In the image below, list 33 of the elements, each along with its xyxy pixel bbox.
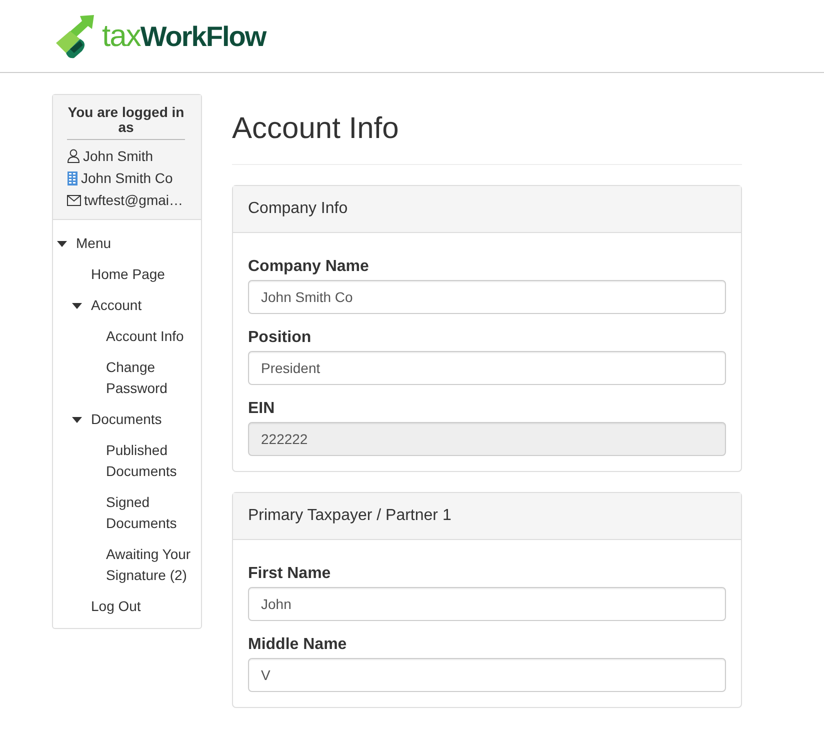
input-field[interactable]: President <box>248 351 726 385</box>
field-label: Company Name <box>248 258 370 276</box>
field-label: Middle Name <box>248 636 348 654</box>
caret-icon[interactable] <box>72 417 82 423</box>
user-email: twftest@gmai… <box>84 191 184 210</box>
page-title: Account Info <box>232 112 742 165</box>
menu-item[interactable]: Home Page <box>91 264 165 285</box>
input-field[interactable]: John <box>248 587 726 621</box>
menu-item[interactable]: Awaiting Your Signature (2) <box>106 544 195 586</box>
panel-heading: Company Info <box>233 186 741 233</box>
logo-text: taxWorkFlow <box>102 18 266 54</box>
field-label: First Name <box>248 565 332 583</box>
user-icon <box>67 149 80 163</box>
caret-icon[interactable] <box>57 241 67 247</box>
user-name: John Smith <box>83 147 154 166</box>
menu-item[interactable]: Documents <box>91 409 162 430</box>
menu-item[interactable]: Account Info <box>106 326 184 347</box>
field-label: Position <box>248 329 312 347</box>
menu-item[interactable]: Signed Documents <box>106 492 195 534</box>
input-field[interactable]: V <box>248 658 726 692</box>
field-label: EIN <box>248 400 276 418</box>
menu-item[interactable]: Account <box>91 295 142 316</box>
caret-icon[interactable] <box>72 303 82 309</box>
company-name: John Smith Co <box>81 169 173 188</box>
menu-item[interactable]: Change Password <box>106 357 195 399</box>
panel-heading: Primary Taxpayer / Partner 1 <box>233 493 741 540</box>
building-icon <box>67 170 78 186</box>
envelope-icon <box>67 194 81 206</box>
menu-item[interactable]: Menu <box>76 233 112 254</box>
menu-item[interactable]: Log Out <box>91 596 141 617</box>
input-field[interactable]: John Smith Co <box>248 280 726 314</box>
user-box-title: You are logged in as <box>67 105 185 140</box>
menu-item[interactable]: Published Documents <box>106 440 195 482</box>
